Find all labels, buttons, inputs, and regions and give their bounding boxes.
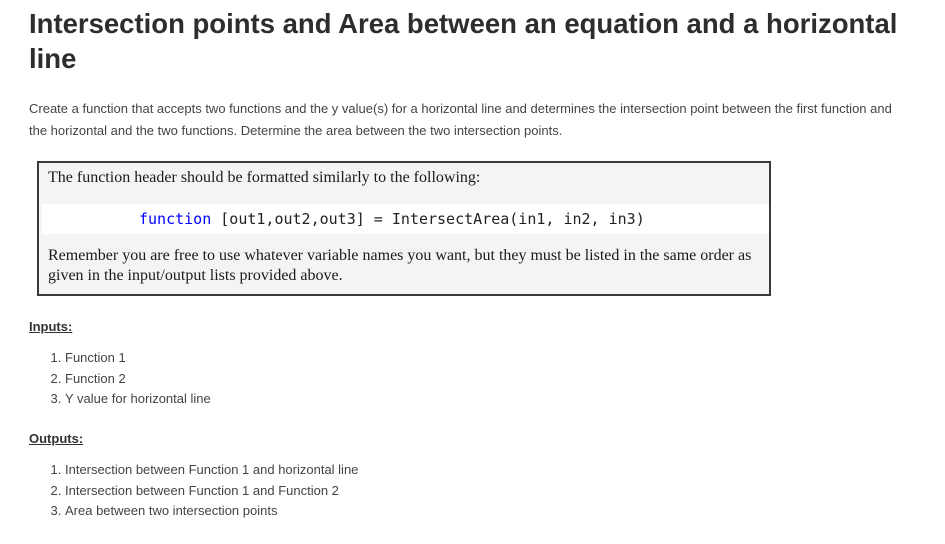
output-item-area: Area between two intersection points	[65, 501, 358, 522]
code-keyword: function	[139, 210, 212, 228]
problem-description: Create a function that accepts two funct…	[29, 101, 892, 138]
input-item-y-value: Y value for horizontal line	[65, 389, 211, 410]
output-item-intersection-functions: Intersection between Function 1 and Func…	[65, 481, 358, 502]
inputs-list: Function 1 Function 2 Y value for horizo…	[48, 348, 211, 410]
outputs-heading: Outputs:	[29, 431, 84, 446]
note-remember-text: Remember you are free to use whatever va…	[48, 247, 752, 284]
output-item-intersection-horizontal: Intersection between Function 1 and hori…	[65, 460, 358, 481]
input-item-function-1: Function 1	[65, 348, 211, 369]
code-signature: [out1,out2,out3] = IntersectArea(in1, in…	[211, 210, 645, 228]
function-header-code: function [out1,out2,out3] = IntersectAre…	[42, 204, 769, 234]
page-title: Intersection points and Area between an …	[29, 8, 898, 74]
outputs-list: Intersection between Function 1 and hori…	[48, 460, 358, 522]
function-header-note: The function header should be formatted …	[37, 161, 771, 296]
inputs-heading: Inputs:	[29, 319, 73, 334]
note-intro-text: The function header should be formatted …	[48, 169, 481, 186]
input-item-function-2: Function 2	[65, 369, 211, 390]
